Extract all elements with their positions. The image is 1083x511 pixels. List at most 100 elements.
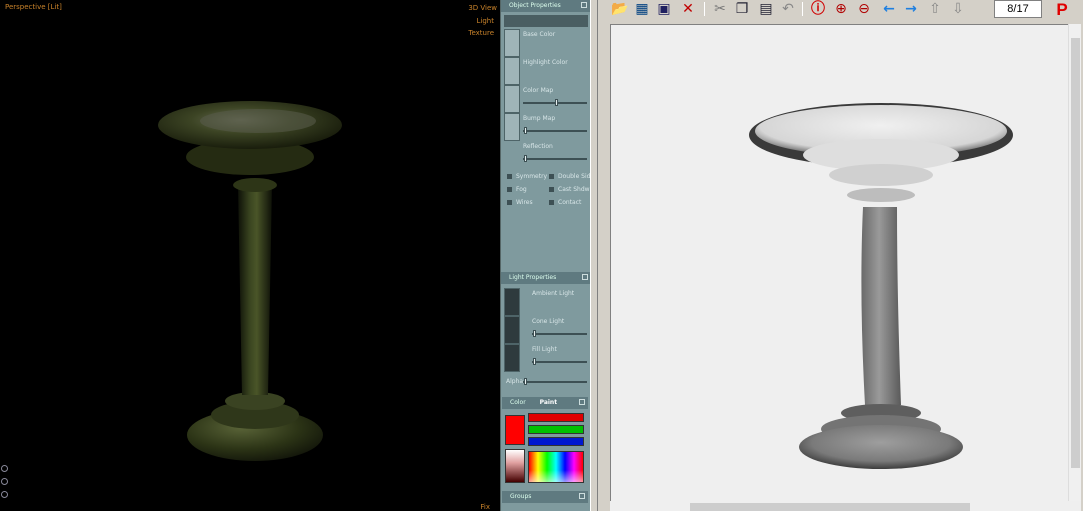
open-folder-icon[interactable]: 📂 xyxy=(610,0,630,18)
reflection-row[interactable]: Reflection xyxy=(504,141,588,169)
light-properties-section: Light Properties xyxy=(501,272,591,284)
arrow-left-icon[interactable]: ← xyxy=(879,0,899,18)
highlight-color-label: Highlight Color xyxy=(523,59,568,66)
shade-gradient[interactable] xyxy=(505,449,525,483)
cone-light-slider[interactable] xyxy=(532,330,587,337)
object-properties-header[interactable]: Object Properties xyxy=(501,0,590,12)
pin-icon[interactable] xyxy=(582,274,588,280)
paste-icon[interactable]: ▤ xyxy=(756,0,776,18)
cone-light-swatch[interactable] xyxy=(504,316,520,344)
p-logo-icon[interactable]: P xyxy=(1052,0,1072,18)
viewport-light-option[interactable]: Light xyxy=(477,17,494,25)
color-map-row[interactable]: Color Map xyxy=(504,85,588,113)
bump-map-label: Bump Map xyxy=(523,115,556,122)
copy-icon[interactable]: ❐ xyxy=(732,0,752,18)
pin-icon[interactable] xyxy=(579,399,585,405)
cut-scissors-icon[interactable]: ✂ xyxy=(710,0,730,18)
reflection-slider[interactable] xyxy=(523,155,587,162)
light-properties-header[interactable]: Light Properties xyxy=(501,272,591,284)
horizontal-scrollbar[interactable] xyxy=(610,501,1081,511)
vertical-scroll-thumb[interactable] xyxy=(1071,38,1080,468)
base-color-row[interactable]: Base Color xyxy=(504,29,588,57)
undo-icon[interactable]: ↶ xyxy=(778,0,798,18)
slider-knob[interactable] xyxy=(524,127,527,134)
viewport-pan-icon[interactable] xyxy=(1,478,8,485)
cone-light-row[interactable]: Cone Light xyxy=(504,316,588,344)
bowl-basin xyxy=(200,109,316,133)
blue-channel-slider[interactable] xyxy=(528,437,584,446)
base-color-label: Base Color xyxy=(523,31,556,38)
fill-light-slider[interactable] xyxy=(532,358,587,365)
bump-map-slider[interactable] xyxy=(523,127,587,134)
neck-ring xyxy=(847,188,915,202)
image-viewer-window: 📂 ▦ ▣ ✕ ✂ ❐ ▤ ↶ ⓘ ⊕ ⊖ ← → ⇧ ⇩ 8/17 P xyxy=(598,0,1083,511)
window-splitter[interactable] xyxy=(590,0,598,511)
slider-knob[interactable] xyxy=(524,378,527,385)
current-color-swatch[interactable] xyxy=(505,415,525,445)
ambient-light-row[interactable]: Ambient Light xyxy=(504,288,588,316)
object-properties-title: Object Properties xyxy=(509,2,561,9)
arrow-right-icon[interactable]: → xyxy=(901,0,921,18)
fog-checkbox[interactable]: Fog xyxy=(507,186,527,193)
color-map-label: Color Map xyxy=(523,87,554,94)
gray-birdbath-render xyxy=(749,103,1013,469)
pin-icon[interactable] xyxy=(581,2,587,8)
base-foot xyxy=(799,425,963,469)
ambient-light-swatch[interactable] xyxy=(504,288,520,316)
symmetry-checkbox[interactable]: Symmetry xyxy=(507,173,547,180)
slider-knob[interactable] xyxy=(533,330,536,337)
highlight-color-row[interactable]: Highlight Color xyxy=(504,57,588,85)
viewport-texture-option[interactable]: Texture xyxy=(468,29,494,37)
red-channel-slider[interactable] xyxy=(528,413,584,422)
fill-light-swatch[interactable] xyxy=(504,344,520,372)
app-root: Perspective [Lit] 3D View Light Texture xyxy=(0,0,1083,511)
green-channel-slider[interactable] xyxy=(528,425,584,434)
save-disk-icon[interactable]: ▣ xyxy=(654,0,674,18)
bowl-tier-2 xyxy=(829,164,933,186)
3d-viewport[interactable]: Perspective [Lit] 3D View Light Texture xyxy=(0,0,500,511)
viewport-title[interactable]: Perspective [Lit] xyxy=(5,3,62,11)
arrow-down-icon[interactable]: ⇩ xyxy=(948,0,968,18)
column xyxy=(238,185,272,395)
textured-birdbath-model xyxy=(158,101,342,461)
viewport-zoom-icon[interactable] xyxy=(1,491,8,498)
fill-light-row[interactable]: Fill Light xyxy=(504,344,588,372)
film-strip-icon[interactable]: ▦ xyxy=(632,0,652,18)
viewport-orbit-icon[interactable] xyxy=(1,465,8,472)
contact-checkbox[interactable]: Contact xyxy=(549,199,581,206)
hue-spectrum[interactable] xyxy=(528,451,584,483)
slider-knob[interactable] xyxy=(524,155,527,162)
column xyxy=(861,207,901,405)
slider-knob[interactable] xyxy=(555,99,558,106)
arrow-up-icon[interactable]: ⇧ xyxy=(925,0,945,18)
base-color-swatch[interactable] xyxy=(504,29,520,57)
zoom-in-icon[interactable]: ⊕ xyxy=(831,0,851,18)
delete-x-icon[interactable]: ✕ xyxy=(678,0,698,18)
wires-checkbox[interactable]: Wires xyxy=(507,199,533,206)
viewport-3d-view-option[interactable]: 3D View xyxy=(468,4,497,12)
viewer-toolbar: 📂 ▦ ▣ ✕ ✂ ❐ ▤ ↶ ⓘ ⊕ ⊖ ← → ⇧ ⇩ 8/17 P xyxy=(598,0,1083,20)
groups-header[interactable]: Groups xyxy=(502,491,588,503)
highlight-color-swatch[interactable] xyxy=(504,57,520,85)
pin-icon[interactable] xyxy=(579,493,585,499)
bump-map-row[interactable]: Bump Map xyxy=(504,113,588,141)
vertical-scrollbar[interactable] xyxy=(1068,24,1081,502)
paint-tab[interactable]: Paint xyxy=(540,399,557,406)
bump-map-swatch[interactable] xyxy=(504,113,520,141)
horizontal-scroll-thumb[interactable] xyxy=(690,503,970,511)
cast-shadow-checkbox[interactable]: Cast Shdw xyxy=(549,186,590,193)
alpha-slider[interactable] xyxy=(523,378,587,385)
color-map-swatch[interactable] xyxy=(504,85,520,113)
page-indicator[interactable]: 8/17 xyxy=(994,0,1042,18)
slider-knob[interactable] xyxy=(533,358,536,365)
alpha-label: Alpha xyxy=(506,378,524,385)
color-map-slider[interactable] xyxy=(523,99,587,106)
material-name-field[interactable] xyxy=(504,15,588,27)
image-canvas[interactable] xyxy=(610,24,1081,502)
light-properties-title: Light Properties xyxy=(509,274,557,281)
info-icon[interactable]: ⓘ xyxy=(808,0,828,18)
color-tab[interactable]: Color xyxy=(510,399,526,406)
color-header[interactable]: Color Paint xyxy=(502,397,588,409)
color-picker: Color Paint xyxy=(502,397,588,489)
zoom-out-icon[interactable]: ⊖ xyxy=(854,0,874,18)
